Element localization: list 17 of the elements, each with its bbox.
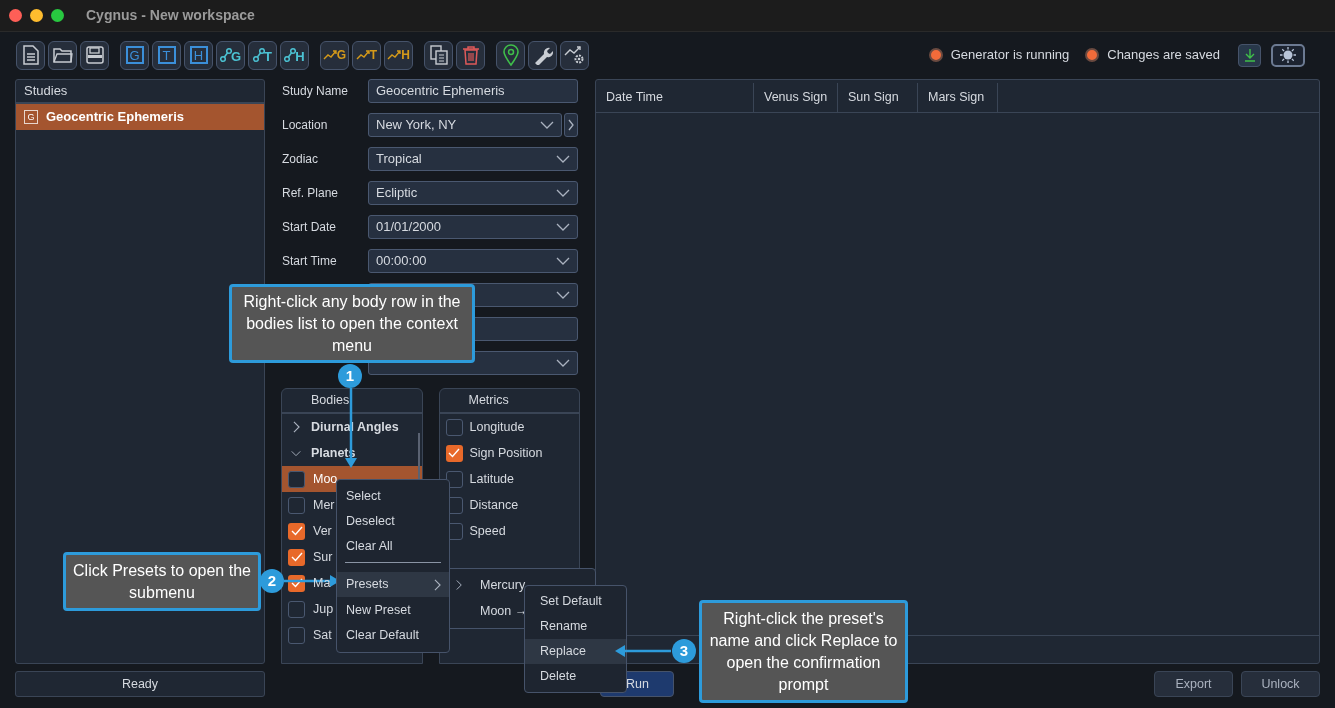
status-text: Changes are saved	[1107, 46, 1220, 65]
status-bar: Ready	[15, 671, 265, 697]
field-label: Location	[281, 117, 329, 134]
step-number: 1	[338, 364, 362, 388]
callout-tooltip: Right-click any body row in the bodies list to open the context menu	[229, 284, 475, 363]
field-label: Start Date	[281, 219, 338, 236]
field-label: Start Time	[281, 253, 338, 270]
panel-title: Bodies	[282, 389, 422, 414]
field-label: Zodiac	[281, 151, 320, 168]
callout-tooltip: Click Presets to open the submenu	[63, 552, 261, 611]
callout-tooltip: Right-click the preset's name and click Replace to open the confirmation prompt	[699, 600, 908, 703]
field-label: Ref. Plane	[281, 185, 340, 202]
panel-title: Metrics	[439, 389, 579, 414]
study-badge: G	[24, 110, 38, 124]
window-title: Cygnus - New workspace	[86, 6, 255, 25]
field-label: Study Name	[281, 83, 350, 100]
status-text: Generator is running	[950, 46, 1070, 65]
